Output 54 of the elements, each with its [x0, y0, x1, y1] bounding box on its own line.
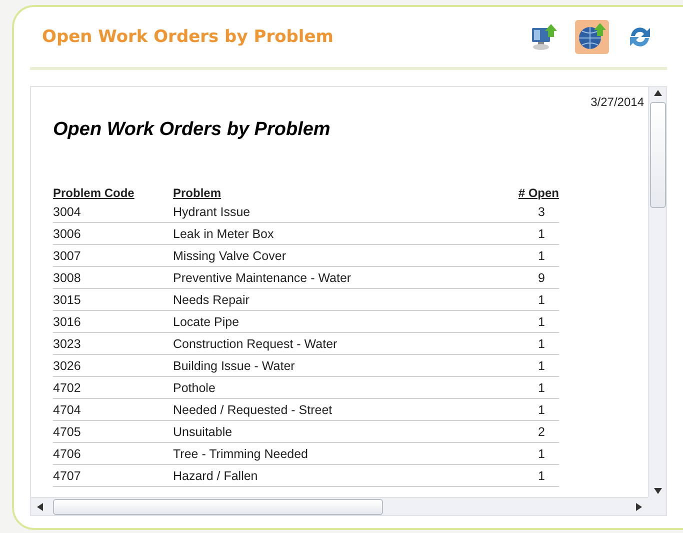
- table-cell-text: 2: [537, 424, 546, 438]
- table-cell-text: Building Issue - Water: [173, 358, 296, 372]
- panel-title: Open Work Orders by Problem: [42, 27, 334, 47]
- table-cell-text: 3004: [53, 204, 82, 218]
- table-cell-text: 3015: [53, 292, 82, 306]
- right-arrow-icon[interactable]: [636, 502, 642, 510]
- table-cell-text: Hazard / Fallen: [173, 468, 259, 482]
- table-cell-text: 1: [537, 336, 546, 350]
- export-globe-icon[interactable]: [575, 20, 609, 54]
- table-cell-text: Leak in Meter Box: [173, 226, 275, 240]
- table-cell-text: 9: [537, 270, 546, 284]
- table-cell-text: 1: [537, 358, 546, 372]
- table-cell-text: 3026: [53, 358, 82, 372]
- table-cell-text: 1: [537, 446, 546, 460]
- table-cell-text: 1: [537, 292, 546, 306]
- report-date: 3/27/2014: [590, 95, 644, 109]
- table-cell-text: 3006: [53, 226, 82, 240]
- table-cell-text: 1: [537, 468, 546, 482]
- vertical-scrollbar[interactable]: [648, 87, 666, 497]
- horizontal-scrollbar[interactable]: [31, 497, 648, 515]
- table-cell-text: 4702: [53, 380, 82, 394]
- up-arrow-icon[interactable]: [654, 90, 662, 96]
- column-header: Problem: [173, 186, 222, 200]
- table-cell-text: Hydrant Issue: [173, 204, 252, 218]
- table-cell-text: 1: [537, 380, 546, 394]
- table-cell-text: 3016: [53, 314, 82, 328]
- table-cell-text: 3007: [53, 248, 82, 262]
- table-cell-text: 1: [537, 402, 546, 416]
- table-cell-text: 4705: [53, 424, 82, 438]
- table-cell-text: Needs Repair: [173, 292, 250, 306]
- column-header: # Open: [517, 186, 559, 200]
- column-header: Problem Code: [53, 186, 136, 200]
- table-cell-text: 1: [537, 314, 546, 328]
- table-cell-text: Locate Pipe: [173, 314, 240, 328]
- table-cell-text: Unsuitable: [173, 424, 234, 438]
- down-arrow-icon[interactable]: [654, 488, 662, 494]
- table-cell-text: Construction Request - Water: [173, 336, 338, 350]
- left-arrow-icon[interactable]: [37, 502, 43, 510]
- table-cell-text: 3: [537, 204, 546, 218]
- scroll-thumb[interactable]: [53, 498, 383, 514]
- table-cell-text: Pothole: [173, 380, 216, 394]
- table-cell-text: Preventive Maintenance - Water: [173, 270, 352, 284]
- table-cell-text: Missing Valve Cover: [173, 248, 288, 262]
- table-cell-text: 1: [537, 248, 546, 262]
- scroll-thumb[interactable]: [650, 102, 666, 208]
- table-cell-text: 1: [537, 226, 546, 240]
- report-title: Open Work Orders by Problem: [53, 119, 332, 141]
- table-cell-text: 3008: [53, 270, 82, 284]
- table-cell-text: 4706: [53, 446, 82, 460]
- table-cell-text: Tree - Trimming Needed: [173, 446, 309, 460]
- table-cell-text: 3023: [53, 336, 82, 350]
- table-cell-text: 4707: [53, 468, 82, 482]
- table-cell-text: 4704: [53, 402, 82, 416]
- table-cell-text: Needed / Requested - Street: [173, 402, 334, 416]
